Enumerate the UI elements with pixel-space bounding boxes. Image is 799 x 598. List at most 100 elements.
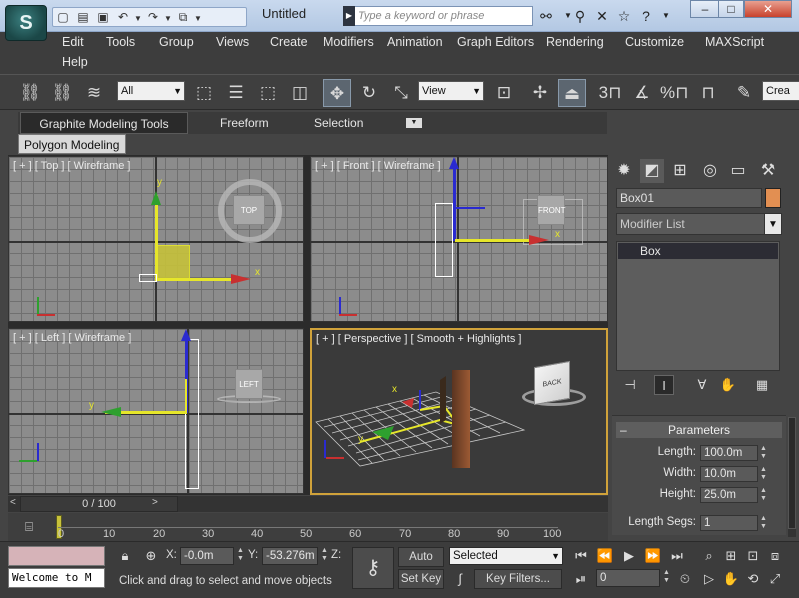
gizmo-x-arrow[interactable]	[231, 274, 251, 284]
select-object-icon[interactable]: ⬚	[190, 79, 218, 107]
absolute-mode-icon[interactable]: ⊕	[140, 546, 162, 566]
menu-maxscript[interactable]: MAXScript	[705, 35, 764, 49]
gizmo-x-axis[interactable]	[455, 239, 541, 242]
menu-edit[interactable]: Edit	[62, 35, 84, 49]
gizmo-y-arrow[interactable]	[151, 191, 161, 205]
length-segs-spinner[interactable]: ▲ ▼	[759, 515, 768, 531]
maximize-viewport-icon[interactable]: ⤢	[764, 569, 786, 589]
viewcube[interactable]: LEFT	[235, 369, 263, 399]
modify-panel-icon[interactable]: ◩	[640, 159, 664, 183]
communication-center-icon[interactable]: ✕	[592, 6, 612, 26]
bind-space-warp-icon[interactable]: ≋	[80, 79, 108, 107]
select-manipulate-icon[interactable]: ✢	[526, 79, 554, 107]
maximize-button[interactable]: □	[718, 0, 744, 18]
viewport-left[interactable]: [ + ] [ Left ] [ Wireframe ] LEFT y	[8, 328, 304, 494]
mini-curve-editor-icon[interactable]: ⌸	[20, 517, 38, 537]
previous-frame-icon[interactable]: ⏪	[594, 546, 616, 566]
box01-mesh[interactable]	[452, 370, 470, 468]
subscription-icon[interactable]: ⚲	[570, 6, 590, 26]
width-spinner[interactable]: ▲ ▼	[759, 466, 768, 482]
binoculars-icon[interactable]: ⚯	[536, 6, 556, 26]
box-wireframe-top[interactable]	[139, 274, 157, 282]
project-folder-icon[interactable]: ⧉	[173, 8, 193, 26]
stack-item-box[interactable]: Box	[618, 243, 778, 259]
modifier-stack[interactable]: Box	[616, 241, 780, 371]
play-icon[interactable]: ▶	[618, 546, 640, 566]
percent-snap-icon[interactable]: %⊓	[660, 79, 688, 107]
search-expand-icon[interactable]: ▶	[343, 6, 355, 26]
lock-selection-icon[interactable]: 🔒︎	[114, 546, 136, 566]
gizmo-y-axis[interactable]	[155, 195, 158, 281]
viewport-perspective[interactable]: [ + ] [ Perspective ] [ Smooth + Highlig…	[310, 328, 608, 495]
hierarchy-panel-icon[interactable]: ⊞	[668, 159, 692, 183]
create-panel-icon[interactable]: ✹	[612, 159, 636, 183]
x-coord-spinner[interactable]: ▲ ▼	[236, 547, 245, 563]
angle-snap-icon[interactable]: ∡	[628, 79, 656, 107]
track-bar[interactable]: ⌸ 0 10 20 30 40 50 60 70 80 90 100	[8, 513, 608, 541]
set-key-button[interactable]: Set Key	[398, 569, 444, 589]
time-configuration-icon[interactable]: ⏲	[674, 569, 696, 589]
zoom-all-icon[interactable]: ⊞	[720, 546, 742, 566]
select-by-name-icon[interactable]: ☰	[222, 79, 250, 107]
height-field[interactable]: 25.0m	[700, 487, 758, 503]
go-to-start-icon[interactable]: ⏮	[570, 546, 592, 566]
y-coord-field[interactable]: -53.276m	[262, 547, 318, 565]
help-dropdown-icon[interactable]: ▼	[656, 6, 676, 26]
keyboard-shortcut-override-icon[interactable]: ⏏	[558, 79, 586, 107]
open-icon[interactable]: ▤	[73, 8, 93, 26]
key-mode-icon[interactable]: ⚷	[352, 547, 394, 589]
close-button[interactable]: ✕	[744, 0, 792, 18]
menu-rendering[interactable]: Rendering	[546, 35, 604, 49]
select-and-move-icon[interactable]: ✥	[323, 79, 351, 107]
x-coord-field[interactable]: -0.0m	[180, 547, 234, 565]
application-button[interactable]: S	[5, 5, 47, 41]
auto-key-button[interactable]: Auto Key	[398, 547, 444, 581]
snaps-toggle-icon[interactable]: 3⊓	[596, 79, 624, 107]
gizmo-plane-line[interactable]	[185, 379, 187, 413]
menu-help[interactable]: Help	[62, 55, 88, 69]
selection-filter-dropdown[interactable]: All ▼	[117, 81, 185, 101]
parameters-rollout-header[interactable]: – Parameters	[616, 422, 782, 438]
viewport-left-label[interactable]: [ + ] [ Left ] [ Wireframe ]	[13, 332, 131, 344]
minimize-button[interactable]: –	[690, 0, 720, 18]
select-and-rotate-icon[interactable]: ↻	[355, 79, 383, 107]
modifier-list-dropdown[interactable]: Modifier List	[616, 213, 782, 235]
undo-icon[interactable]: ↶	[113, 8, 133, 26]
show-end-result-icon[interactable]: I	[654, 375, 674, 395]
length-field[interactable]: 100.0m	[700, 445, 758, 461]
chevron-down-icon[interactable]: ▼	[764, 213, 782, 235]
search-input[interactable]: Type a keyword or phrase	[343, 6, 533, 26]
tab-freeform[interactable]: Freeform	[220, 112, 269, 134]
rectangular-selection-icon[interactable]: ⬚	[254, 79, 282, 107]
window-crossing-icon[interactable]: ◫	[286, 79, 314, 107]
viewcube[interactable]: FRONT	[537, 195, 566, 225]
current-frame-field[interactable]: 0	[596, 569, 660, 587]
gizmo-x-axis[interactable]	[157, 278, 243, 281]
gizmo-y-arrow[interactable]	[101, 407, 121, 417]
redo-dropdown-icon[interactable]: ▼	[163, 10, 173, 28]
time-slider-prev-icon[interactable]: <	[10, 497, 16, 508]
save-icon[interactable]: ▣	[93, 8, 113, 26]
viewport-top[interactable]: [ + ] [ Top ] [ Wireframe ] TOP y x	[8, 156, 304, 322]
unlink-selection-icon[interactable]: ⛓	[48, 79, 76, 107]
menu-group[interactable]: Group	[159, 35, 194, 49]
key-mode-toggle-icon[interactable]: ⏯	[570, 569, 592, 589]
viewcube[interactable]: TOP	[233, 195, 265, 225]
current-frame-spinner[interactable]: ▲ ▼	[662, 569, 671, 585]
gizmo-z-axis[interactable]	[453, 167, 456, 241]
menu-modifiers[interactable]: Modifiers	[323, 35, 374, 49]
zoom-extents-all-icon[interactable]: ⧈	[764, 546, 786, 566]
menu-graph-editors[interactable]: Graph Editors	[457, 35, 534, 49]
box-wireframe-front[interactable]	[435, 203, 453, 277]
tab-graphite-modeling-tools[interactable]: Graphite Modeling Tools	[20, 112, 188, 134]
width-field[interactable]: 10.0m	[700, 466, 758, 482]
remove-modifier-icon[interactable]: ✋	[718, 375, 738, 395]
menu-views[interactable]: Views	[216, 35, 249, 49]
object-name-field[interactable]: Box01	[616, 188, 762, 208]
y-coord-spinner[interactable]: ▲ ▼	[320, 547, 329, 563]
select-and-link-icon[interactable]: ⛓	[16, 79, 44, 107]
select-and-scale-icon[interactable]: ⤡	[387, 79, 415, 107]
gizmo-z-arrow[interactable]	[181, 329, 191, 341]
named-selection-sets-dropdown[interactable]: Crea	[762, 81, 799, 101]
viewport-top-label[interactable]: [ + ] [ Top ] [ Wireframe ]	[13, 160, 130, 172]
